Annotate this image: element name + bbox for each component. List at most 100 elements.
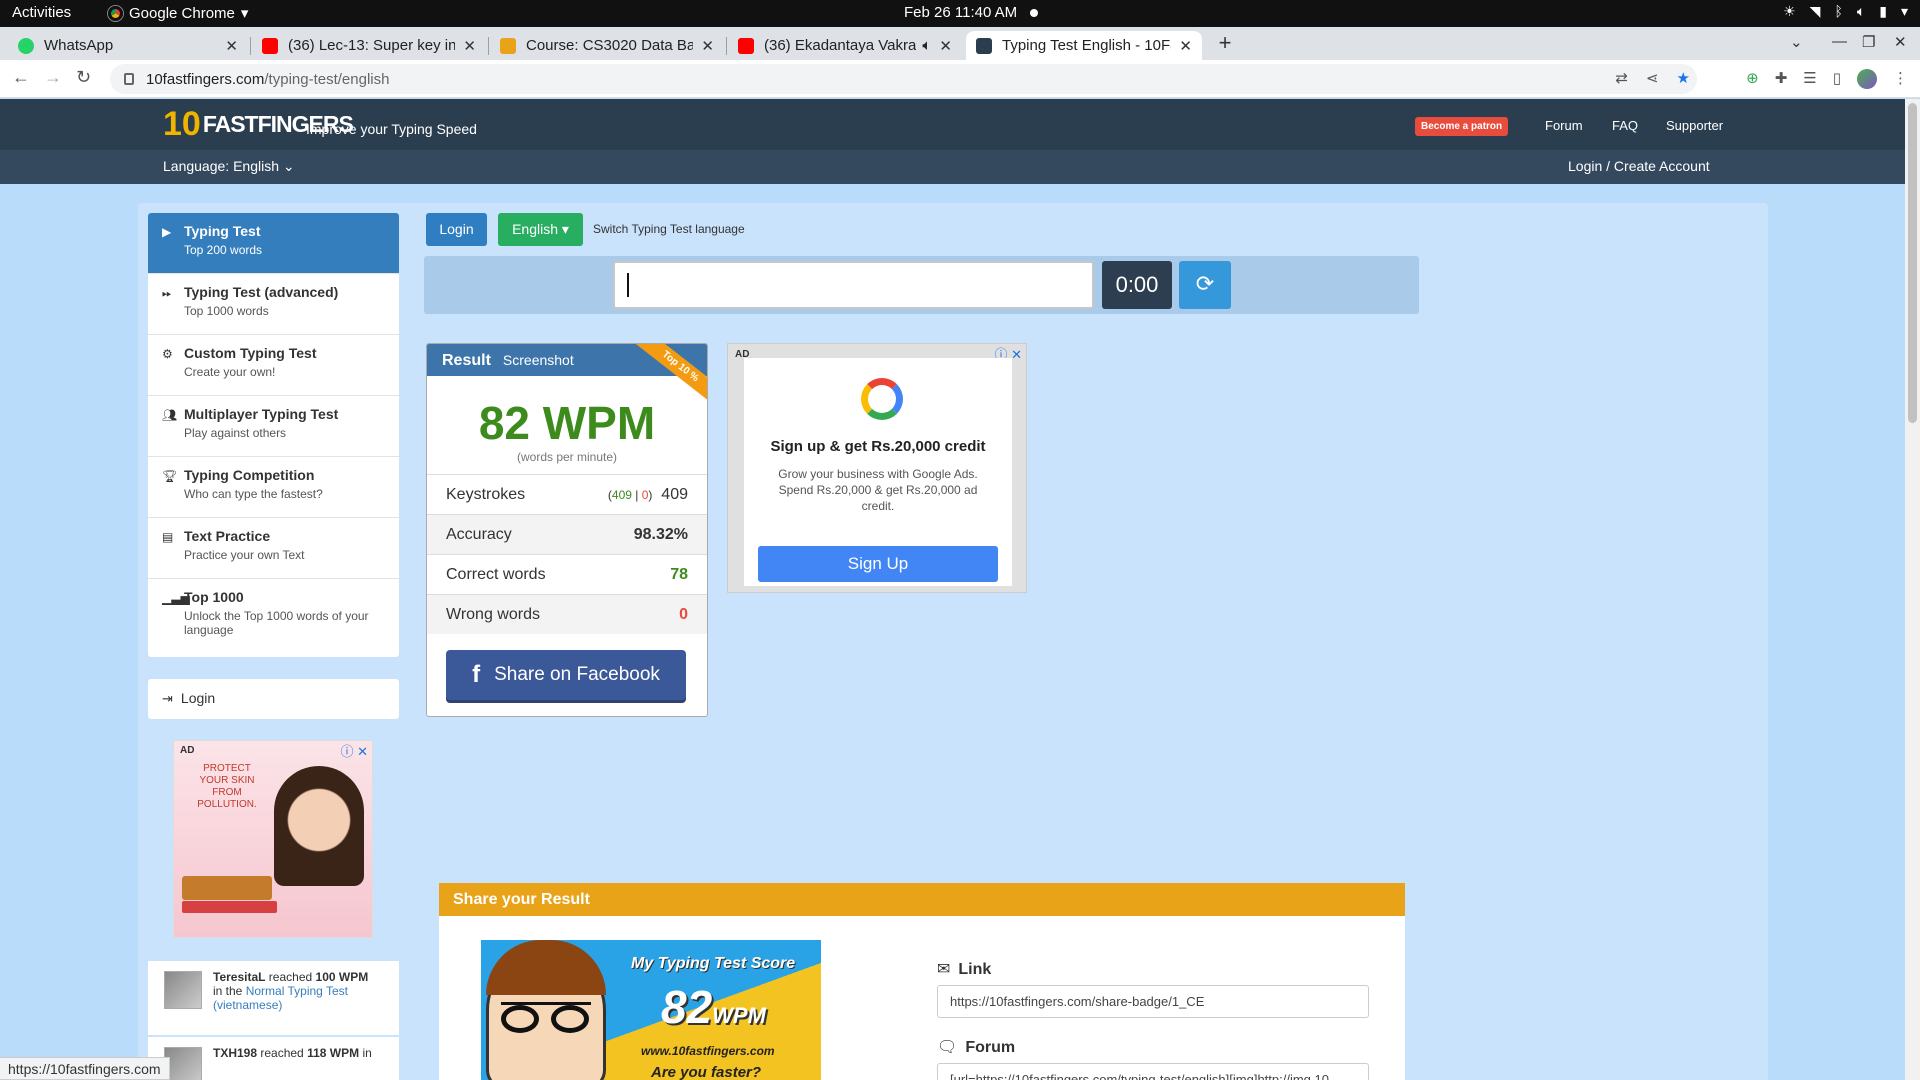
keystrokes-correct: 409 (611, 487, 632, 502)
refresh-icon: ⟳ (1195, 271, 1215, 296)
become-patron-button[interactable]: Become a patron (1415, 117, 1509, 136)
activities-button[interactable]: Activities (12, 4, 71, 21)
close-icon[interactable]: ✕ (1179, 37, 1192, 55)
minimize-icon[interactable]: — (1832, 33, 1847, 50)
reading-list-icon[interactable]: ☰ (1803, 69, 1816, 89)
translate-icon[interactable]: ⇄ (1615, 69, 1628, 87)
sidebar-item-typing-test[interactable]: ▶ Typing Test Top 200 words (148, 213, 399, 274)
ad-body: Grow your business with Google Ads. Spen… (778, 467, 978, 513)
wrong-words-row: Wrong words 0 (427, 594, 707, 634)
correct-words-label: Correct words (446, 565, 546, 583)
bookmark-star-icon[interactable]: ★ (1677, 69, 1690, 87)
tab-separator (726, 37, 727, 55)
tab-youtube-ekadantaya[interactable]: (36) Ekadantaya Vakra 🔈︎ ✕ (728, 31, 962, 60)
tab-typing-test[interactable]: Typing Test English - 10Fa ✕ (966, 31, 1202, 60)
login-create-account-link[interactable]: Login / Create Account (1568, 158, 1710, 174)
new-tab-button[interactable]: + (1211, 32, 1239, 56)
side-panel-icon[interactable]: ▯ (1833, 69, 1841, 89)
system-tray[interactable]: ☀ ◥ ᛒ 🔈︎ ▮ ▾ (1783, 3, 1908, 20)
ad-signup-button[interactable]: Sign Up (758, 546, 998, 582)
battery-icon: ▮ (1879, 3, 1887, 19)
puzzle-icon[interactable]: ✚ (1775, 69, 1788, 89)
sidebar-item-competition[interactable]: 🏆︎ Typing Competition Who can type the f… (148, 457, 399, 518)
site-tagline: Improve your Typing Speed (306, 121, 477, 137)
close-icon[interactable]: ✕ (701, 37, 714, 55)
url-path: /typing-test/english (264, 70, 390, 88)
comments-icon: 🗨︎ (937, 1039, 958, 1056)
close-icon[interactable]: ✕ (225, 37, 238, 55)
app-menu[interactable]: Google Chrome ▾ (108, 4, 248, 22)
extension-plus-icon[interactable]: ⊕ (1746, 69, 1759, 89)
address-bar[interactable]: 10fastfingers.com/typing-test/english (110, 64, 1697, 94)
sidebar-item-text-practice[interactable]: ▤ Text Practice Practice your own Text (148, 518, 399, 579)
sidebar-item-title: Typing Test (advanced) (184, 284, 339, 300)
notification-dot (1030, 9, 1038, 17)
sidebar-item-title: Multiplayer Typing Test (184, 406, 339, 422)
forward-icon[interactable]: → (44, 67, 62, 88)
share-forum-field[interactable]: [url=https://10fastfingers.com/typing-te… (937, 1063, 1369, 1080)
correct-words-value: 78 (670, 565, 688, 583)
typing-input[interactable] (613, 261, 1094, 309)
lock-icon[interactable] (124, 73, 134, 85)
score-badge-image[interactable]: My Typing Test Score 82WPM www.10fastfin… (481, 940, 821, 1080)
sidebar-item-typing-test-advanced[interactable]: ⏩︎ Typing Test (advanced) Top 1000 words (148, 274, 399, 335)
sidebar-item-title: Text Practice (184, 528, 271, 544)
reload-icon[interactable]: ↻ (76, 67, 91, 88)
close-window-icon[interactable]: ✕ (1894, 33, 1907, 51)
sidebar-item-title: Typing Test (184, 223, 261, 239)
sidebar-item-top-1000[interactable]: ▁▃▅ Top 1000 Unlock the Top 1000 words o… (148, 579, 399, 657)
brightness-icon: ☀ (1783, 3, 1796, 19)
avatar[interactable] (164, 1047, 202, 1080)
ad-skincare[interactable]: AD ⓘ ✕ PROTECT YOUR SKIN FROM POLLUTION. (173, 740, 373, 938)
sidebar-item-multiplayer[interactable]: 👥︎ Multiplayer Typing Test Play against … (148, 396, 399, 457)
screenshot-tab[interactable]: Screenshot (503, 352, 574, 368)
profile-avatar[interactable] (1857, 69, 1877, 89)
facebook-icon: f (472, 661, 481, 688)
share-icon[interactable]: ⋖ (1646, 69, 1659, 87)
close-icon[interactable]: ✕ (939, 37, 952, 55)
restore-icon[interactable]: ❐ (1862, 33, 1875, 51)
close-icon[interactable]: ✕ (463, 37, 476, 55)
sidebar-item-custom-typing-test[interactable]: ⚙ Custom Typing Test Create your own! (148, 335, 399, 396)
tab-youtube-lec13[interactable]: (36) Lec-13: Super key in D ✕ (252, 31, 486, 60)
sign-in-icon: ⇥ (162, 691, 173, 706)
feed-wpm: 118 WPM (307, 1046, 360, 1060)
trophy-icon: 🏆︎ (162, 469, 178, 483)
back-icon[interactable]: ← (12, 67, 30, 88)
tab-whatsapp[interactable]: WhatsApp ✕ (8, 31, 248, 60)
speaker-icon[interactable]: 🔈︎ (922, 37, 931, 54)
ad-close-icon[interactable]: ⓘ ✕ (340, 741, 368, 760)
language-selector[interactable]: Language: English ⌄ (163, 158, 295, 175)
feed-user[interactable]: TeresitaL (213, 970, 265, 984)
ad-google[interactable]: AD ⓘ ✕ Sign up & get Rs.20,000 credit Gr… (727, 343, 1027, 593)
restart-button[interactable]: ⟳ (1179, 261, 1231, 309)
page-scrollbar[interactable] (1905, 99, 1920, 1080)
tab-course[interactable]: Course: CS3020 Data Base ✕ (490, 31, 724, 60)
language-dropdown-button[interactable]: English ▾ (498, 213, 583, 246)
sidebar-item-sub: Create your own! (184, 365, 276, 379)
sidebar-item-sub: Who can type the fastest? (184, 487, 323, 501)
whatsapp-icon (18, 37, 34, 54)
tab-search-icon[interactable]: ⌄ (1790, 33, 1803, 51)
share-facebook-button[interactable]: f Share on Facebook (446, 650, 686, 700)
tab-title: (36) Ekadantaya Vakra (764, 37, 917, 54)
tab-title: WhatsApp (44, 37, 114, 54)
feed-user[interactable]: TXH198 (213, 1046, 257, 1060)
ad-text: PROTECT YOUR SKIN FROM POLLUTION. (197, 763, 257, 810)
url-host: 10fastfingers.com (146, 70, 265, 88)
share-link-field[interactable]: https://10fastfingers.com/share-badge/1_… (937, 985, 1369, 1018)
scrollbar-thumb[interactable] (1908, 103, 1917, 423)
wpm-subtitle: (words per minute) (516, 450, 618, 464)
login-button[interactable]: Login (426, 213, 487, 246)
feed-text: in (359, 1046, 372, 1060)
keystrokes-label: Keystrokes (446, 485, 526, 503)
nav-supporter[interactable]: Supporter (1666, 118, 1723, 133)
feed-wpm: 100 WPM (315, 970, 369, 984)
sidebar-login[interactable]: ⇥ Login (148, 679, 399, 719)
clock[interactable]: Feb 26 11:40 AM (904, 4, 1017, 21)
sidebar-menu: ▶ Typing Test Top 200 words ⏩︎ Typing Te… (148, 213, 399, 657)
menu-kebab-icon[interactable]: ⋮ (1893, 69, 1908, 89)
nav-forum[interactable]: Forum (1545, 118, 1583, 133)
nav-faq[interactable]: FAQ (1612, 118, 1638, 133)
avatar[interactable] (164, 971, 202, 1009)
